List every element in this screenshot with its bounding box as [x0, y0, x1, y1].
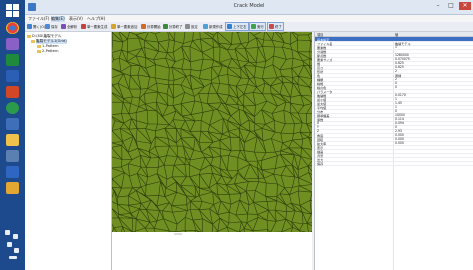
start-calc-button[interactable]: 計算開始 [141, 23, 161, 30]
folder-icon[interactable] [6, 134, 19, 146]
open-button[interactable]: 開く(O) [27, 23, 45, 30]
arrows-icon [227, 24, 232, 29]
settings-icon[interactable] [6, 150, 19, 162]
add-element-button[interactable]: 単一要素追加 [111, 23, 137, 30]
exit-icon [269, 24, 274, 29]
monitor-icon[interactable] [6, 166, 19, 178]
crack-view[interactable] [112, 32, 312, 270]
tray-icon[interactable] [13, 234, 18, 239]
crack-field [112, 32, 312, 232]
property-grid: 項目 値 基本設定 ファイル名 亀裂モデル 要素数 1 分割数 節点数 1280000 要素サイ… [314, 32, 473, 270]
run-icon [251, 24, 256, 29]
file-icon [37, 49, 41, 53]
maximize-button[interactable]: □ [446, 2, 456, 10]
menu-bar: ファイル(F) 編集(E) 表示(V) ヘルプ(H) [25, 15, 473, 22]
gear-icon [185, 24, 190, 29]
property-row[interactable]: 保存 [315, 161, 473, 166]
toolbar: 開く(O) 保存 全解析 単一要素生成 単一要素追加 計算開始 計算終了 設定 … [25, 22, 473, 32]
run-button[interactable]: 実行 [249, 22, 266, 31]
minimize-button[interactable]: – [433, 2, 443, 10]
generate-icon [81, 24, 86, 29]
tray-icon[interactable] [7, 242, 12, 247]
view-marker [174, 233, 182, 235]
file-icon [37, 44, 41, 48]
powerpoint-icon[interactable] [6, 86, 19, 98]
add-icon [111, 24, 116, 29]
word-icon[interactable] [6, 70, 19, 82]
save-button[interactable]: 保存 [45, 23, 58, 30]
clock[interactable] [9, 256, 17, 259]
window-title: Crack Model [233, 3, 265, 9]
model-tree: D:\3D\亀裂モデル 亀裂モデル1(Grid) 1-Pattern 2-Pat… [25, 32, 112, 270]
save-icon [45, 24, 50, 29]
system-tray [3, 228, 22, 264]
tray-icon[interactable] [5, 230, 10, 235]
app-icon[interactable] [6, 38, 19, 50]
new-button[interactable]: 新規作成 [203, 23, 223, 30]
title-bar: Crack Model – □ ✕ [25, 0, 473, 15]
windows-start-icon[interactable] [6, 4, 19, 17]
open-icon [27, 24, 32, 29]
property-name: 保存 [317, 162, 324, 166]
exit-button[interactable]: 終了 [267, 22, 284, 31]
tray-icon[interactable] [14, 248, 19, 253]
crack-model-app-icon[interactable] [6, 182, 19, 194]
analyze-icon [61, 24, 66, 29]
app-window: Crack Model – □ ✕ ファイル(F) 編集(E) 表示(V) ヘル… [25, 0, 473, 270]
crack-pattern-canvas[interactable] [112, 32, 312, 232]
network-icon[interactable] [6, 118, 19, 130]
stop-icon [163, 24, 168, 29]
tree-node-pattern-2[interactable]: 2-Pattern [37, 49, 59, 53]
close-button[interactable]: ✕ [459, 2, 471, 10]
chrome-icon[interactable] [6, 22, 19, 34]
folder-icon [31, 40, 35, 43]
analyze-all-button[interactable]: 全解析 [61, 23, 77, 30]
new-icon [203, 24, 208, 29]
folder-icon [27, 35, 31, 38]
tree-node-pattern-1[interactable]: 1-Pattern [37, 44, 59, 48]
taskbar [0, 0, 25, 270]
excel-icon[interactable] [6, 54, 19, 66]
eye-app-icon[interactable] [6, 102, 19, 114]
start-icon [141, 24, 146, 29]
generate-element-button[interactable]: 単一要素生成 [81, 23, 107, 30]
settings-button[interactable]: 設定 [185, 23, 198, 30]
direction-button[interactable]: 上下左右 [225, 22, 249, 31]
end-calc-button[interactable]: 計算終了 [163, 23, 183, 30]
